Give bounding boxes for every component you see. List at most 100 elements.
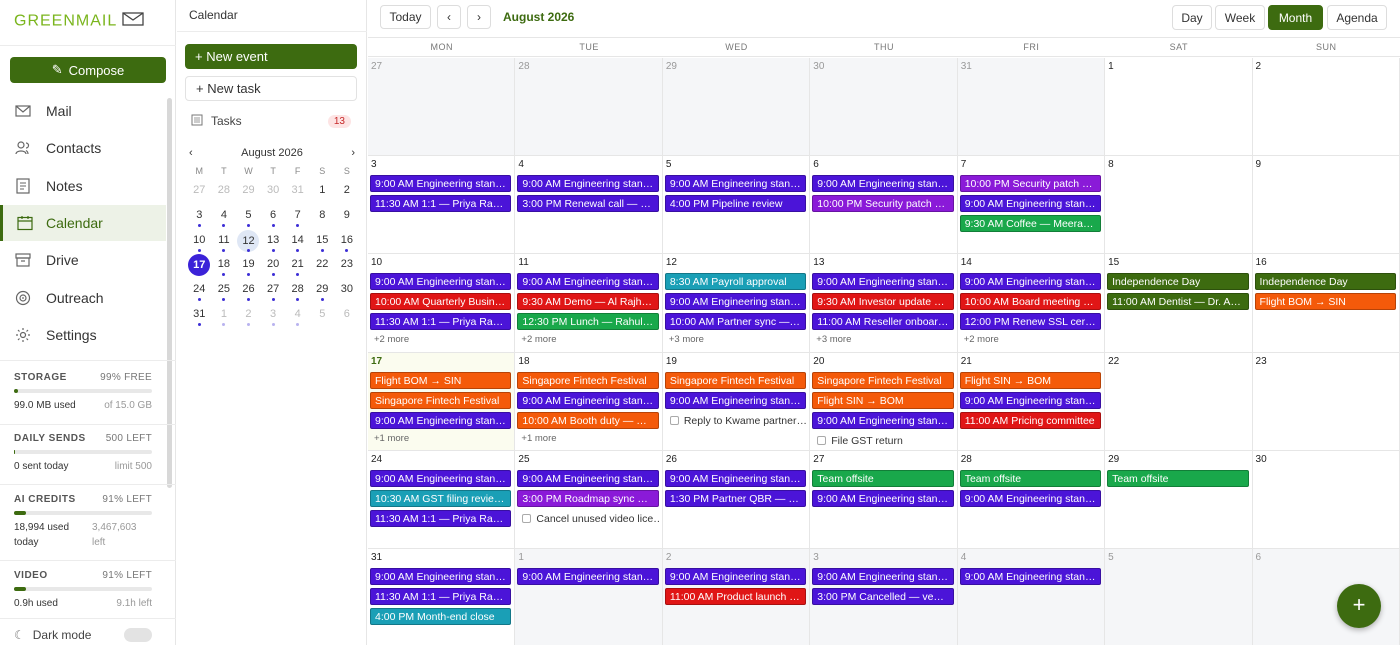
mini-day[interactable]: 14 xyxy=(285,230,310,255)
day-cell[interactable]: 11 9:00 AM Engineering stand… 9:30 AM Demo… xyxy=(515,254,663,352)
day-cell[interactable]: 14 9:00 AM Engineering stand… 10:00 AM Boa… xyxy=(958,254,1106,352)
calendar-event[interactable]: 12:30 PM Lunch — Rahul … xyxy=(517,313,659,331)
mini-day[interactable]: 30 xyxy=(335,279,360,304)
calendar-task[interactable]: File GST return xyxy=(817,434,953,448)
view-month-button[interactable]: Month xyxy=(1268,5,1323,30)
calendar-event[interactable]: Team offsite xyxy=(1107,469,1249,487)
day-cell[interactable]: 3 9:00 AM Engineering stand… 11:30 AM 1:1 … xyxy=(368,156,516,254)
calendar-event[interactable]: 11:30 AM 1:1 — Priya Ragh… xyxy=(370,313,512,331)
mini-next-button[interactable]: › xyxy=(351,147,355,159)
day-cell[interactable]: 2 xyxy=(1253,58,1400,156)
mini-day[interactable]: 15 xyxy=(310,230,335,255)
calendar-event[interactable]: 9:00 AM Engineering stand… xyxy=(370,567,512,585)
calendar-event[interactable]: 9:00 AM Engineering stand… xyxy=(959,195,1102,213)
mini-day[interactable]: 1 xyxy=(310,180,335,205)
day-cell[interactable]: 26 9:00 AM Engineering stand… 1:30 PM Part… xyxy=(663,450,811,548)
mini-day[interactable]: 2 xyxy=(236,304,261,329)
view-week-button[interactable]: Week xyxy=(1215,5,1265,30)
calendar-event[interactable]: 11:30 AM 1:1 — Priya Ragh… xyxy=(370,509,512,527)
calendar-event[interactable]: Flight BOM → SIN xyxy=(370,371,512,389)
day-cell[interactable]: 1 xyxy=(1105,58,1253,156)
day-cell[interactable]: 31 9:00 AM Engineering stand… 11:30 AM 1:1… xyxy=(368,548,516,645)
mini-day[interactable]: 27 xyxy=(261,279,286,304)
mini-day[interactable]: 17 xyxy=(187,254,212,279)
calendar-event[interactable]: 9:00 AM Engineering stand… xyxy=(370,411,512,429)
dark-mode-toggle[interactable] xyxy=(124,628,152,642)
day-cell[interactable]: 15 Independence Day 11:00 AM Dentist — Dr.… xyxy=(1105,254,1253,352)
calendar-event[interactable]: 11:00 AM Pricing committee xyxy=(959,411,1102,429)
mini-day[interactable]: 8 xyxy=(310,205,335,230)
day-cell[interactable]: 8 xyxy=(1105,156,1253,254)
calendar-event[interactable]: 9:30 AM Demo — Al Rajhi … xyxy=(517,293,659,311)
calendar-event[interactable]: 9:00 AM Engineering stand… xyxy=(517,567,659,585)
nav-item-outreach[interactable]: Outreach xyxy=(0,280,166,316)
more-events-link[interactable]: +1 more xyxy=(521,433,556,444)
mini-day[interactable]: 10 xyxy=(187,230,212,255)
app-logo[interactable]: GREENMAIL xyxy=(14,12,144,34)
mini-day[interactable]: 19 xyxy=(236,254,261,279)
calendar-event[interactable]: 9:00 AM Engineering stand… xyxy=(370,175,512,193)
mini-day[interactable]: 6 xyxy=(335,304,360,329)
day-cell[interactable]: 4 9:00 AM Engineering stand… 3:00 PM Renew… xyxy=(515,156,663,254)
day-cell[interactable]: 27 Team offsite 9:00 AM Engineering stand… xyxy=(810,450,958,548)
day-cell[interactable]: 30 xyxy=(810,58,958,156)
mini-day[interactable]: 20 xyxy=(261,254,286,279)
calendar-event[interactable]: 3:00 PM Roadmap sync — … xyxy=(517,489,659,507)
day-cell[interactable]: 2 9:00 AM Engineering stand… 11:00 AM Prod… xyxy=(662,548,811,645)
calendar-task[interactable]: Reply to Kwame partner… xyxy=(669,414,806,428)
calendar-event[interactable]: 9:00 AM Engineering stand… xyxy=(812,175,954,193)
day-cell[interactable]: 16 Independence Day Flight BOM → SIN xyxy=(1253,254,1400,352)
more-events-link[interactable]: +2 more xyxy=(521,334,556,345)
nav-scrollbar[interactable] xyxy=(167,98,172,488)
mini-day[interactable]: 5 xyxy=(310,304,335,329)
day-cell[interactable]: 9 xyxy=(1253,156,1400,254)
calendar-event[interactable]: 9:00 AM Engineering stand… xyxy=(664,293,807,311)
calendar-event[interactable]: 9:00 AM Engineering stand… xyxy=(370,273,512,291)
mini-day[interactable]: 18 xyxy=(212,254,237,279)
calendar-event[interactable]: 11:30 AM 1:1 — Priya Ragh… xyxy=(370,587,512,605)
view-day-button[interactable]: Day xyxy=(1172,5,1212,30)
calendar-event[interactable]: 9:30 AM Coffee — Meera … xyxy=(959,215,1102,233)
mini-day[interactable]: 28 xyxy=(285,279,310,304)
prev-month-button[interactable]: ‹ xyxy=(437,5,461,29)
more-events-link[interactable]: +3 more xyxy=(816,334,851,345)
calendar-event[interactable]: 11:00 AM Reseller onboard… xyxy=(812,313,954,331)
calendar-event[interactable]: 11:00 AM Product launch … xyxy=(664,587,807,605)
mini-day[interactable]: 25 xyxy=(212,279,237,304)
calendar-event[interactable]: 9:00 AM Engineering stand… xyxy=(812,411,954,429)
calendar-event[interactable]: 8:30 AM Payroll approval xyxy=(664,273,807,291)
calendar-event[interactable]: Singapore Fintech Festival xyxy=(664,371,807,389)
nav-item-contacts[interactable]: Contacts xyxy=(0,130,166,166)
calendar-event[interactable]: 10:00 AM Quarterly Busine… xyxy=(370,293,512,311)
mini-day[interactable]: 4 xyxy=(212,205,237,230)
calendar-event[interactable]: 10:00 AM Board meeting … xyxy=(959,293,1102,311)
day-cell[interactable]: 6 9:00 AM Engineering stand… 10:00 PM Secu… xyxy=(810,156,958,254)
next-month-button[interactable]: › xyxy=(467,5,491,29)
calendar-event[interactable]: 9:00 AM Engineering stand… xyxy=(812,567,954,585)
calendar-event[interactable]: Singapore Fintech Festival xyxy=(812,371,954,389)
calendar-event[interactable]: 9:00 AM Engineering stand… xyxy=(812,489,954,507)
day-cell[interactable]: 13 9:00 AM Engineering stand… 9:30 AM Inve… xyxy=(810,254,958,352)
calendar-event[interactable]: 9:00 AM Engineering stand… xyxy=(664,469,807,487)
calendar-event[interactable]: Independence Day xyxy=(1107,273,1249,291)
nav-item-notes[interactable]: Notes xyxy=(0,168,166,204)
calendar-event[interactable]: Singapore Fintech Festival xyxy=(517,371,659,389)
nav-item-drive[interactable]: Drive xyxy=(0,242,166,278)
mini-day[interactable]: 21 xyxy=(285,254,310,279)
calendar-event[interactable]: 9:00 AM Engineering stand… xyxy=(664,175,807,193)
task-checkbox[interactable] xyxy=(522,514,532,524)
day-cell[interactable]: 29 Team offsite xyxy=(1105,450,1253,548)
mini-day[interactable]: 9 xyxy=(335,205,360,230)
mini-day[interactable]: 29 xyxy=(310,279,335,304)
calendar-event[interactable]: 11:30 AM 1:1 — Priya Ragh… xyxy=(370,195,512,213)
day-cell[interactable]: 12 8:30 AM Payroll approval 9:00 AM Engine… xyxy=(663,254,811,352)
compose-button[interactable]: ✎ Compose xyxy=(10,57,166,83)
nav-item-settings[interactable]: Settings xyxy=(0,317,166,353)
calendar-event[interactable]: 9:00 AM Engineering stand… xyxy=(959,273,1102,291)
calendar-event[interactable]: Team offsite xyxy=(959,469,1102,487)
more-events-link[interactable]: +1 more xyxy=(374,433,409,444)
day-cell[interactable]: 28 Team offsite 9:00 AM Engineering stand… xyxy=(958,450,1106,548)
mini-day[interactable]: 31 xyxy=(187,304,212,329)
task-checkbox[interactable] xyxy=(817,436,827,446)
calendar-event[interactable]: 9:00 AM Engineering stand… xyxy=(517,469,659,487)
